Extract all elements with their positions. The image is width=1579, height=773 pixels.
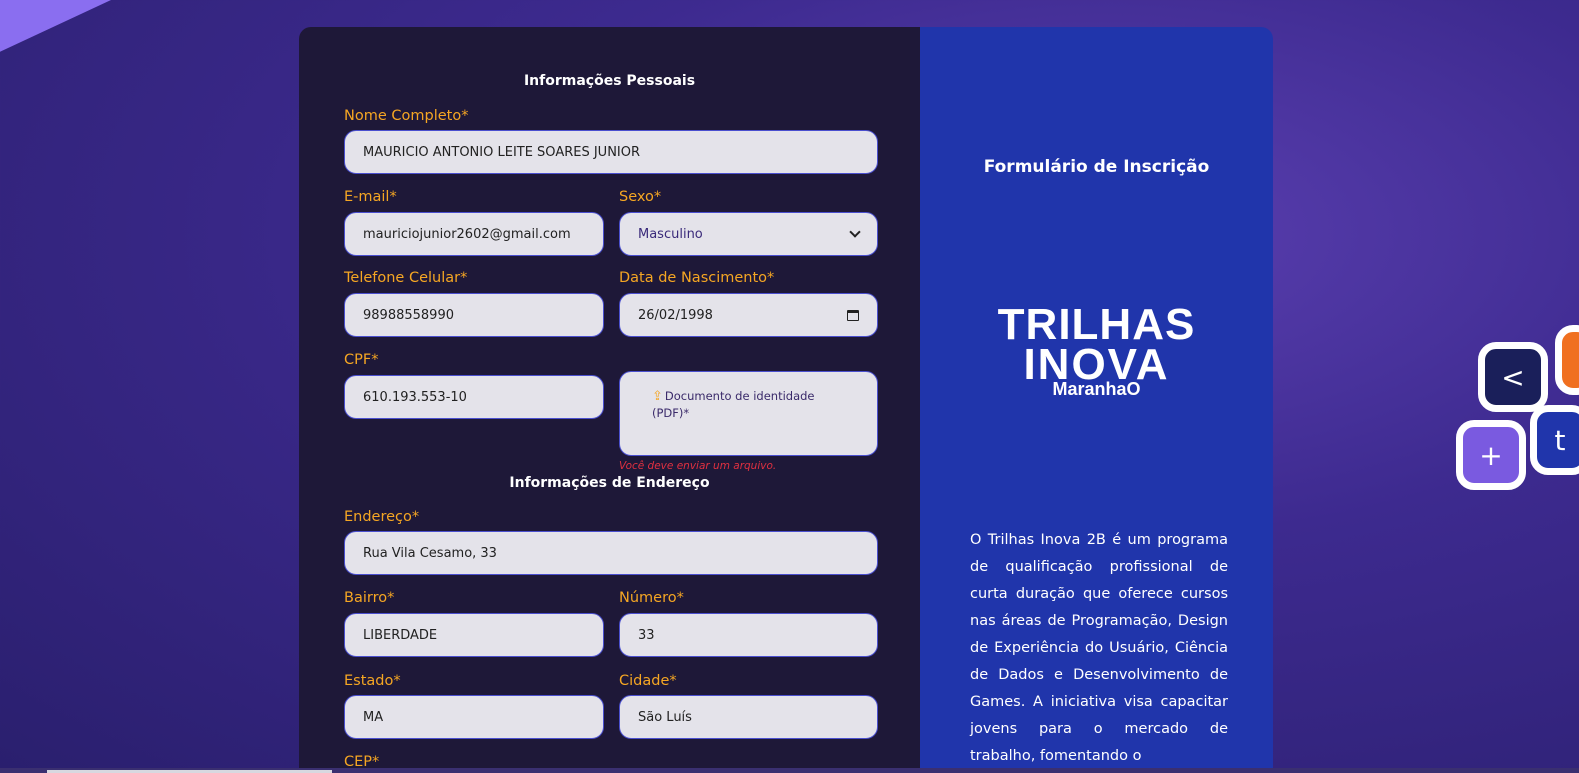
- cpf-label: CPF*: [344, 352, 379, 368]
- address-section-title: Informações de Endereço: [509, 475, 710, 491]
- chevron-down-icon: [849, 226, 861, 238]
- name-input[interactable]: MAURICIO ANTONIO LEITE SOARES JUNIOR: [344, 130, 878, 174]
- city-label: Cidade*: [619, 673, 677, 689]
- form-panel: Informações Pessoais Nome Completo* MAUR…: [299, 27, 920, 773]
- sex-value: Masculino: [638, 226, 703, 242]
- registration-card: Informações Pessoais Nome Completo* MAUR…: [299, 27, 1273, 773]
- background-decoration: [0, 0, 126, 61]
- logo-line-3: MaranhaO: [1052, 379, 1141, 399]
- id-document-upload[interactable]: ⇪ Documento de identidade (PDF)*: [619, 371, 878, 456]
- email-value: mauriciojunior2602@gmail.com: [363, 226, 571, 242]
- name-label: Nome Completo*: [344, 108, 469, 124]
- info-panel: Formulário de Inscrição TRILHAS INOVA Ma…: [920, 27, 1273, 773]
- upload-error-message: Você deve enviar um arquivo.: [619, 460, 777, 472]
- district-input[interactable]: LIBERDADE: [344, 613, 604, 657]
- program-description: O Trilhas Inova 2B é um programa de qual…: [970, 532, 1228, 764]
- personal-section-title: Informações Pessoais: [523, 73, 696, 89]
- form-title: Formulário de Inscrição: [983, 157, 1210, 177]
- number-input[interactable]: 33: [619, 613, 878, 657]
- decor-hex-blue: t: [1530, 405, 1579, 475]
- hex3-symbol: t: [1554, 423, 1566, 457]
- upload-icon: ⇪: [652, 389, 663, 404]
- birth-value: 26/02/1998: [638, 307, 713, 323]
- street-label: Endereço*: [344, 509, 420, 525]
- street-value: Rua Vila Cesamo, 33: [363, 545, 497, 561]
- street-input[interactable]: Rua Vila Cesamo, 33: [344, 531, 878, 575]
- plus-icon: +: [1456, 420, 1526, 490]
- code-bracket-icon: <: [1478, 342, 1548, 412]
- calendar-icon[interactable]: [847, 309, 859, 321]
- phone-input[interactable]: 98988558990: [344, 293, 604, 337]
- hex1-symbol: <: [1501, 360, 1525, 394]
- email-input[interactable]: mauriciojunior2602@gmail.com: [344, 212, 604, 256]
- trilhas-inova-logo: TRILHAS INOVA MaranhaO: [920, 300, 1273, 399]
- state-value: MA: [363, 709, 384, 725]
- sex-select[interactable]: Masculino: [619, 212, 878, 256]
- birth-date-input[interactable]: 26/02/1998: [619, 293, 878, 337]
- sex-label: Sexo*: [619, 189, 662, 205]
- phone-label: Telefone Celular*: [344, 270, 468, 286]
- email-label: E-mail*: [344, 189, 397, 205]
- birth-label: Data de Nascimento*: [619, 270, 775, 286]
- hex2-symbol: +: [1479, 438, 1503, 472]
- cpf-input[interactable]: 610.193.553-10: [344, 375, 604, 419]
- phone-value: 98988558990: [363, 307, 454, 323]
- logo-line-1: TRILHAS: [997, 300, 1196, 349]
- name-value: MAURICIO ANTONIO LEITE SOARES JUNIOR: [363, 144, 641, 160]
- number-label: Número*: [619, 590, 684, 606]
- district-value: LIBERDADE: [363, 627, 438, 643]
- number-value: 33: [638, 627, 655, 643]
- city-input[interactable]: São Luís: [619, 695, 878, 739]
- district-label: Bairro*: [344, 590, 395, 606]
- city-value: São Luís: [638, 709, 692, 725]
- cpf-value: 610.193.553-10: [363, 389, 467, 405]
- state-label: Estado*: [344, 673, 401, 689]
- state-input[interactable]: MA: [344, 695, 604, 739]
- decor-hex-orange: [1555, 325, 1579, 395]
- upload-label: Documento de identidade (PDF)*: [652, 389, 815, 420]
